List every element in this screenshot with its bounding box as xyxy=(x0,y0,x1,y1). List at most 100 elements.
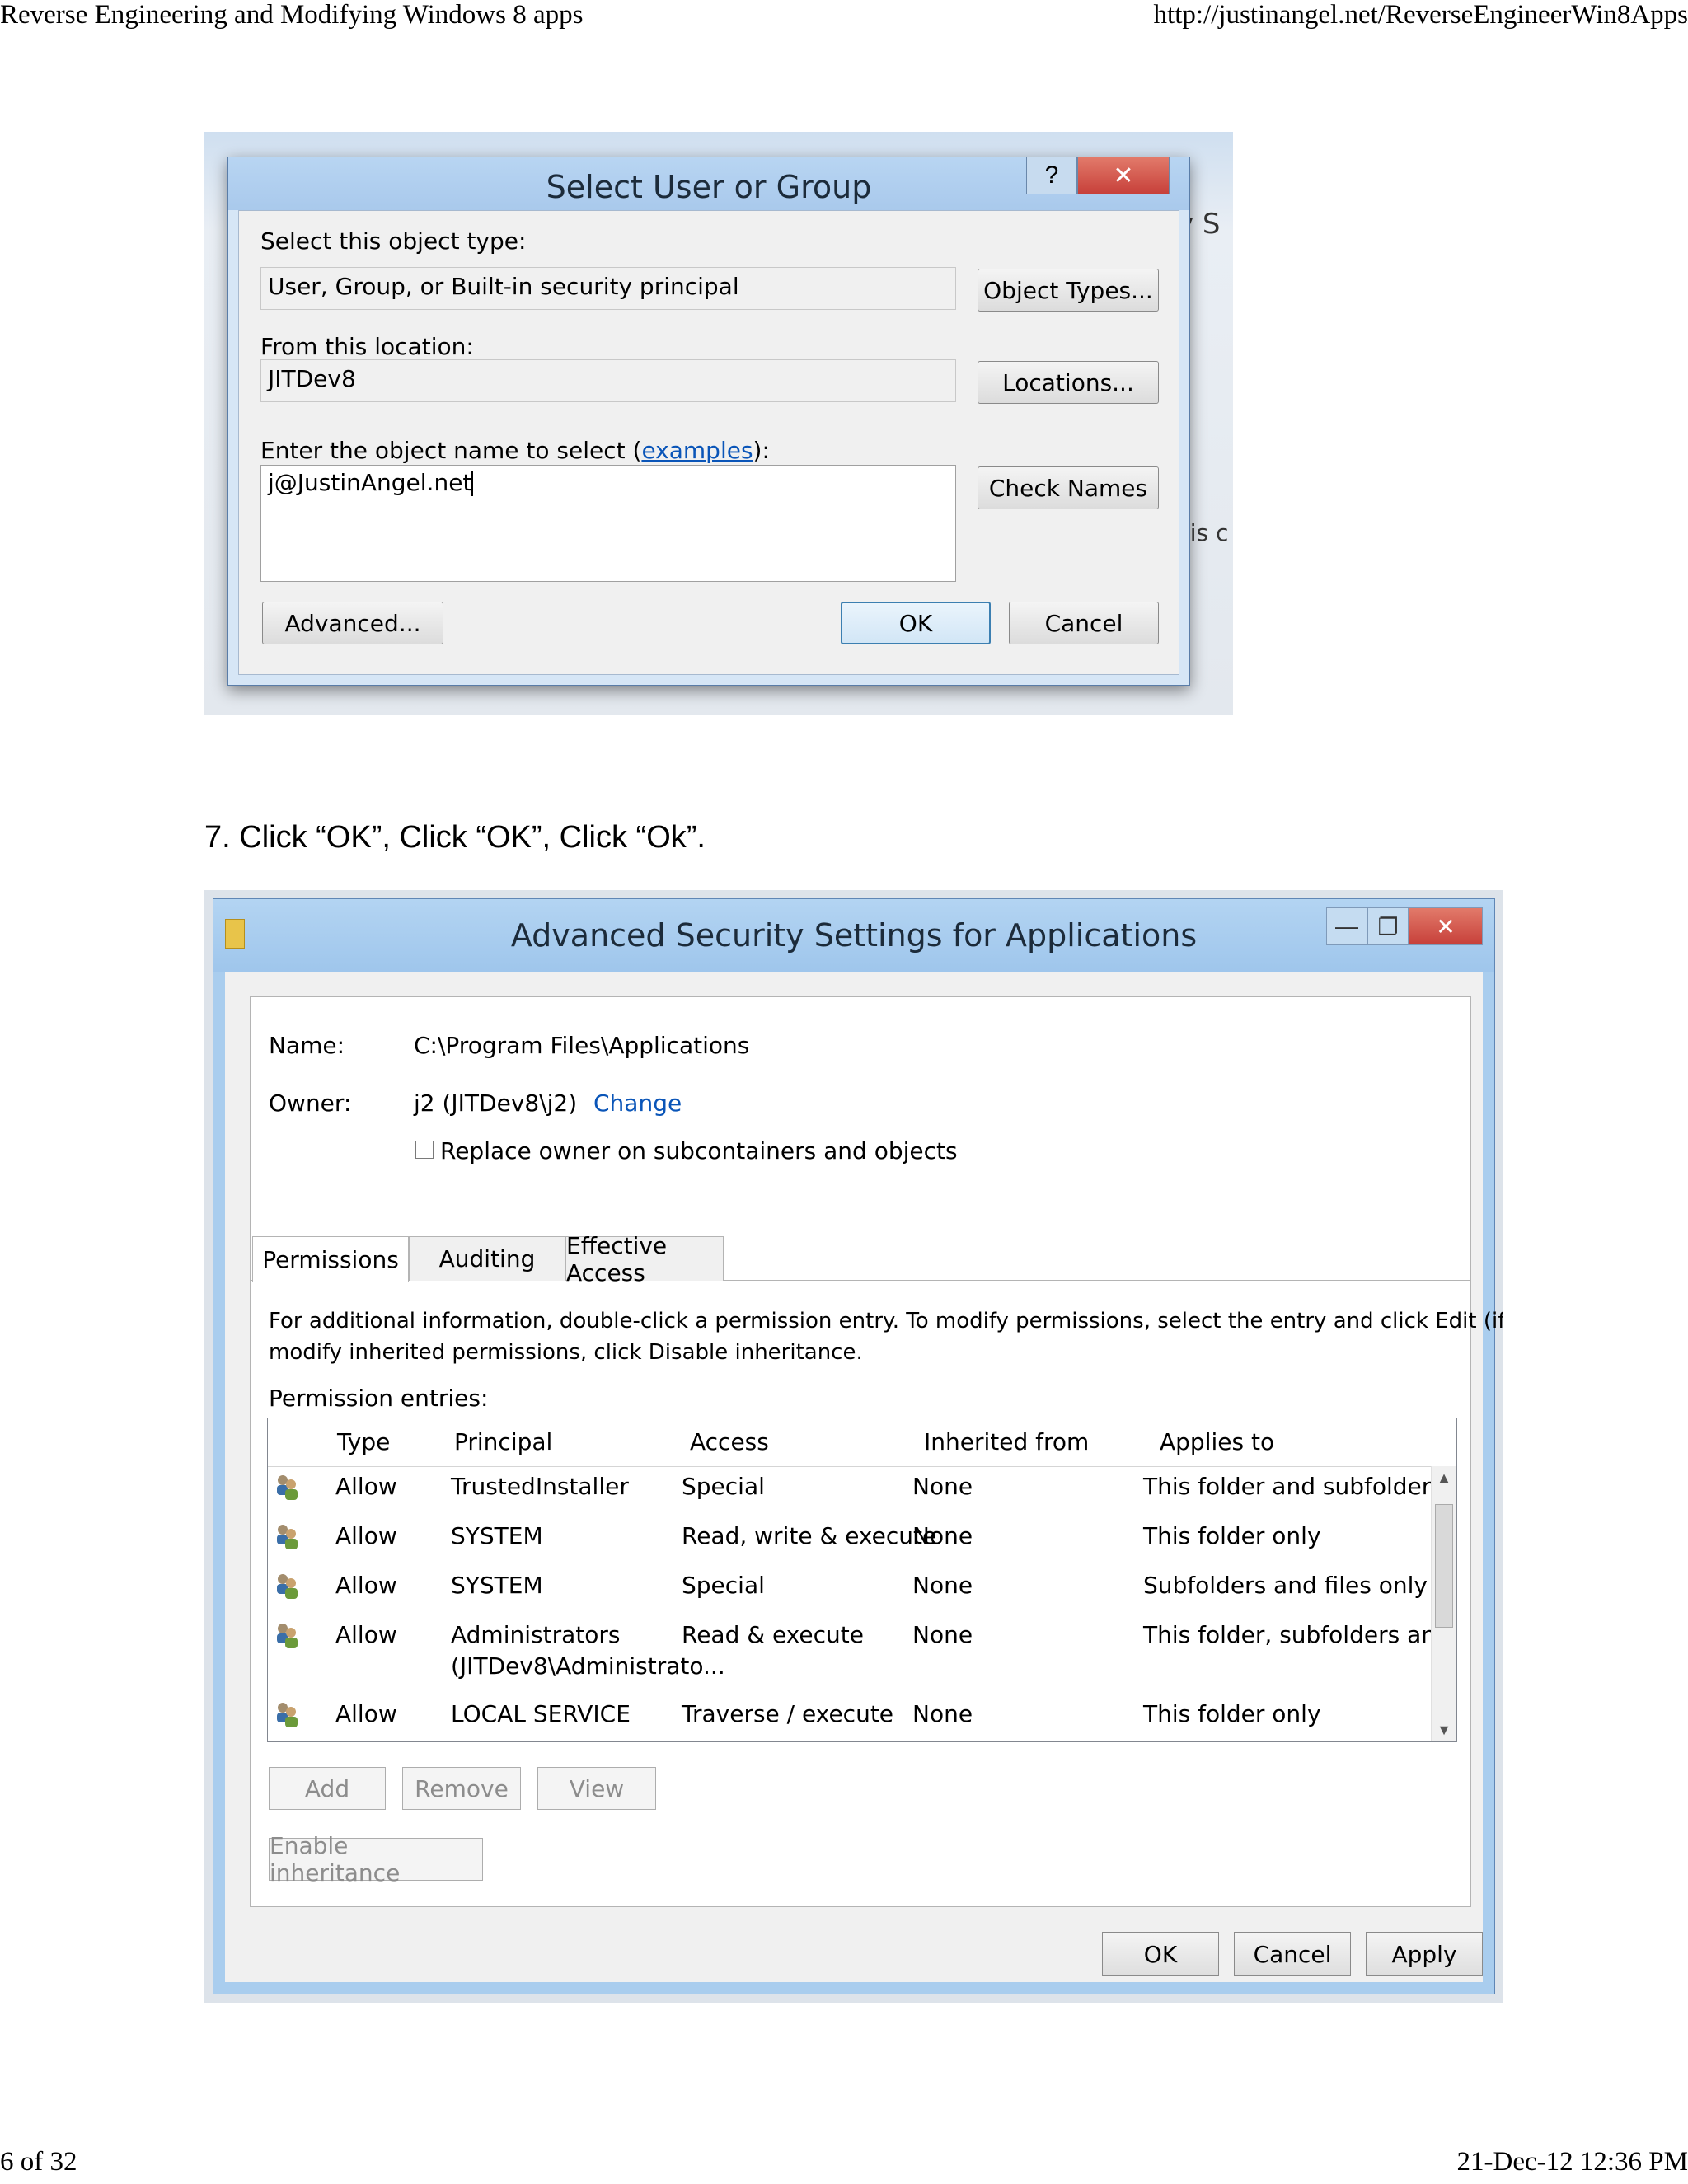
cell-access: Read, write & execute xyxy=(682,1522,937,1549)
cell-type: Allow xyxy=(335,1700,397,1727)
locations-button[interactable]: Locations... xyxy=(978,361,1159,404)
dialog-title-bar: Advanced Security Settings for Applicati… xyxy=(213,899,1494,972)
cell-principal: Administrators xyxy=(451,1621,621,1648)
cell-applies: Subfolders and files only xyxy=(1143,1572,1428,1599)
cell-inherited: None xyxy=(912,1621,973,1648)
enable-inheritance-button[interactable]: Enable inheritance xyxy=(269,1832,483,1886)
column-type[interactable]: Type xyxy=(337,1428,390,1455)
tab-effective-access[interactable]: Effective Access xyxy=(565,1232,724,1286)
examples-link[interactable]: examples xyxy=(641,437,753,464)
location-label: From this location: xyxy=(260,333,474,360)
help-button[interactable]: ? xyxy=(1026,157,1077,194)
users-icon xyxy=(277,1703,298,1727)
scroll-thumb[interactable] xyxy=(1435,1504,1453,1628)
cancel-button[interactable]: Cancel xyxy=(1234,1932,1351,1976)
object-name-label-suffix: ): xyxy=(753,437,770,464)
tab-permissions[interactable]: Permissions xyxy=(252,1236,409,1282)
cell-principal: LOCAL SERVICE xyxy=(451,1700,631,1727)
table-header: Type Principal Access Inherited from App… xyxy=(268,1418,1456,1467)
table-row[interactable]: Allow LOCAL SERVICE Traverse / execute N… xyxy=(268,1700,1430,1741)
cell-access: Traverse / execute xyxy=(682,1700,894,1727)
close-icon: ✕ xyxy=(1436,913,1456,940)
cell-access: Special xyxy=(682,1473,765,1500)
column-inherited-from[interactable]: Inherited from xyxy=(924,1428,1089,1455)
table-scrollbar[interactable]: ▲ ▼ xyxy=(1431,1466,1456,1741)
scroll-up-arrow-icon[interactable]: ▲ xyxy=(1432,1466,1456,1489)
object-type-label: Select this object type: xyxy=(260,227,527,255)
info-text-line2: modify inherited permissions, click Disa… xyxy=(269,1340,863,1365)
cell-type: Allow xyxy=(335,1473,397,1500)
cell-inherited: None xyxy=(912,1473,973,1500)
column-applies-to[interactable]: Applies to xyxy=(1160,1428,1274,1455)
text-caret xyxy=(471,471,474,496)
ok-button[interactable]: OK xyxy=(1102,1932,1219,1976)
cell-inherited: None xyxy=(912,1522,973,1549)
cell-access: Special xyxy=(682,1572,765,1599)
cell-principal: SYSTEM xyxy=(451,1522,543,1549)
print-header-title: Reverse Engineering and Modifying Window… xyxy=(0,0,584,30)
object-name-input[interactable]: j@JustinAngel.net xyxy=(260,465,956,582)
cell-principal: TrustedInstaller xyxy=(451,1473,629,1500)
advanced-security-screenshot: Advanced Security Settings for Applicati… xyxy=(204,890,1503,2003)
dialog-body: Select this object type: User, Group, or… xyxy=(238,210,1179,675)
cell-principal: SYSTEM xyxy=(451,1572,543,1599)
minimize-button[interactable]: — xyxy=(1326,907,1367,945)
close-icon: ✕ xyxy=(1113,162,1134,190)
cell-applies: This folder, subfolders and files xyxy=(1143,1621,1456,1648)
permission-entries-table: Type Principal Access Inherited from App… xyxy=(267,1418,1457,1742)
add-button[interactable]: Add xyxy=(269,1767,386,1810)
cell-type: Allow xyxy=(335,1572,397,1599)
scroll-down-arrow-icon[interactable]: ▼ xyxy=(1432,1718,1456,1741)
advanced-button[interactable]: Advanced... xyxy=(262,602,443,644)
users-icon xyxy=(277,1525,298,1549)
restore-button[interactable]: ❐ xyxy=(1367,907,1409,945)
help-icon: ? xyxy=(1044,162,1059,189)
cancel-button[interactable]: Cancel xyxy=(1009,602,1159,644)
info-text-line1: For additional information, double-click… xyxy=(269,1309,1503,1333)
column-principal[interactable]: Principal xyxy=(454,1428,552,1455)
users-icon xyxy=(277,1574,298,1599)
restore-icon: ❐ xyxy=(1377,913,1399,940)
table-row[interactable]: Allow TrustedInstaller Special None This… xyxy=(268,1473,1443,1522)
table-row[interactable]: Allow SYSTEM Read, write & execute None … xyxy=(268,1522,1430,1572)
owner-value: j2 (JITDev8\j2) xyxy=(414,1090,578,1117)
users-icon xyxy=(277,1475,298,1500)
table-row[interactable]: Allow Administrators (JITDev8\Administra… xyxy=(268,1621,1456,1700)
replace-owner-label: Replace owner on subcontainers and objec… xyxy=(440,1137,958,1165)
check-names-button[interactable]: Check Names xyxy=(978,466,1159,509)
owner-change-link[interactable]: Change xyxy=(593,1090,682,1117)
dialog-client-area: Name: C:\Program Files\Applications Owne… xyxy=(225,972,1503,1982)
cell-inherited: None xyxy=(912,1700,973,1727)
permission-entries-label: Permission entries: xyxy=(269,1385,489,1412)
close-button[interactable]: ✕ xyxy=(1409,907,1483,945)
view-button[interactable]: View xyxy=(537,1767,656,1810)
cell-inherited: None xyxy=(912,1572,973,1599)
users-icon xyxy=(277,1624,298,1648)
minimize-icon: — xyxy=(1335,913,1358,939)
replace-owner-checkbox[interactable] xyxy=(415,1141,434,1159)
object-name-label: Enter the object name to select (example… xyxy=(260,437,770,464)
cell-type: Allow xyxy=(335,1621,397,1648)
cell-applies: This folder only xyxy=(1143,1522,1321,1549)
cell-type: Allow xyxy=(335,1522,397,1549)
remove-button[interactable]: Remove xyxy=(402,1767,521,1810)
object-types-button[interactable]: Object Types... xyxy=(978,269,1159,312)
apply-button[interactable]: Apply xyxy=(1366,1932,1483,1976)
cell-principal-line2: (JITDev8\Administrato... xyxy=(451,1652,725,1680)
object-name-label-prefix: Enter the object name to select ( xyxy=(260,437,642,464)
column-access[interactable]: Access xyxy=(690,1428,769,1455)
print-footer-page: 6 of 32 xyxy=(0,2147,77,2177)
close-button[interactable]: ✕ xyxy=(1077,157,1170,194)
advanced-security-dialog: Advanced Security Settings for Applicati… xyxy=(213,898,1503,1994)
step-caption: 7. Click “OK”, Click “OK”, Click “Ok”. xyxy=(204,820,706,855)
location-field: JITDev8 xyxy=(260,359,956,402)
table-row[interactable]: Allow SYSTEM Special None Subfolders and… xyxy=(268,1572,1430,1621)
print-header-url: http://justinangel.net/ReverseEngineerWi… xyxy=(1153,0,1688,30)
dialog-title: Advanced Security Settings for Applicati… xyxy=(510,917,1198,954)
object-name-text: j@JustinAngel.net xyxy=(268,469,472,496)
tab-auditing[interactable]: Auditing xyxy=(409,1236,565,1281)
print-footer-date: 21-Dec-12 12:36 PM xyxy=(1456,2147,1688,2177)
cell-applies: This folder and subfolders xyxy=(1143,1473,1443,1500)
select-user-screenshot: y S his c Select User or Group ? ✕ Selec… xyxy=(204,132,1233,715)
ok-button[interactable]: OK xyxy=(841,602,991,644)
